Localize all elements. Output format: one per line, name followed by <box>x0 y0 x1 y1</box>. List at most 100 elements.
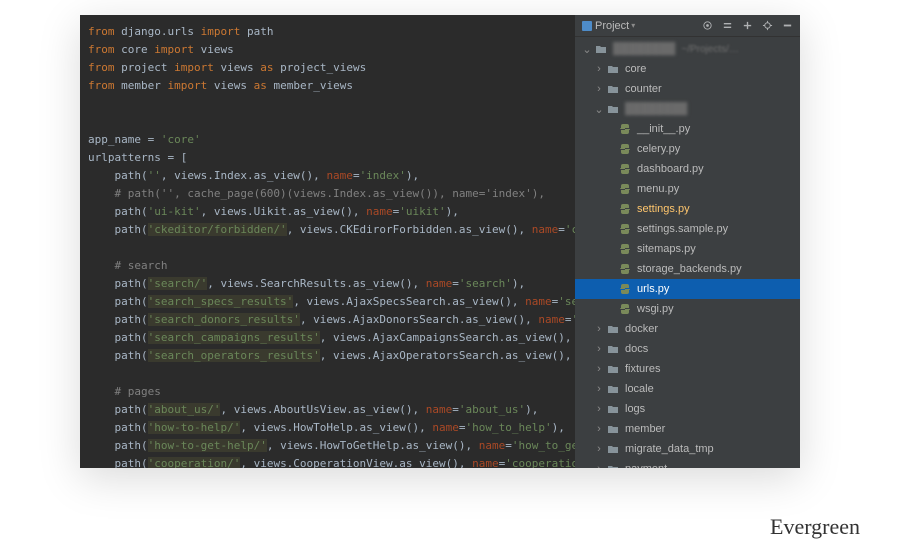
code-line[interactable]: app_name = 'core' <box>80 131 575 149</box>
tree-file[interactable]: settings.py <box>575 199 800 219</box>
tree-folder[interactable]: ⌄████████~/Projects/… <box>575 39 800 59</box>
tree-folder[interactable]: ›core <box>575 59 800 79</box>
folder-icon <box>605 363 621 375</box>
tree-folder[interactable]: ⌄████████ <box>575 99 800 119</box>
tree-folder[interactable]: ›migrate_data_tmp <box>575 439 800 459</box>
token: name <box>479 439 506 452</box>
token: path( <box>88 457 148 468</box>
tree-folder[interactable]: ›member <box>575 419 800 439</box>
token: = <box>353 169 360 182</box>
token: 'ui-kit' <box>148 205 201 218</box>
sidebar-title[interactable]: Project ▾ <box>581 20 635 32</box>
code-line[interactable]: from project import views as project_vie… <box>80 59 575 77</box>
chevron-icon[interactable]: ⌄ <box>593 103 605 116</box>
token: path( <box>88 421 148 434</box>
tree-file[interactable]: sitemaps.py <box>575 239 800 259</box>
chevron-icon[interactable]: › <box>593 343 605 355</box>
code-line[interactable]: path('search_specs_results', views.AjaxS… <box>80 293 575 311</box>
code-line[interactable]: path('ckeditor/forbidden/', views.CKEdir… <box>80 221 575 239</box>
code-line[interactable]: path('search_donors_results', views.Ajax… <box>80 311 575 329</box>
code-line[interactable] <box>80 239 575 257</box>
tree-item-label: counter <box>625 83 662 95</box>
token: ), <box>406 169 419 182</box>
tree-folder[interactable]: › docs <box>575 339 800 359</box>
chevron-icon[interactable]: › <box>593 403 605 415</box>
collapse-icon[interactable] <box>722 20 734 32</box>
tree-folder[interactable]: › docker <box>575 319 800 339</box>
code-line[interactable]: from django.urls import path <box>80 23 575 41</box>
token: 'se <box>558 295 575 308</box>
code-line[interactable]: from member import views as member_views <box>80 77 575 95</box>
chevron-icon[interactable]: ⌄ <box>581 43 593 56</box>
chevron-icon[interactable]: › <box>593 443 605 455</box>
token: from <box>88 61 121 74</box>
tree-item-label: locale <box>625 383 654 395</box>
chevron-icon[interactable]: › <box>593 323 605 335</box>
code-line[interactable]: path('ui-kit', views.Uikit.as_view(), na… <box>80 203 575 221</box>
code-line[interactable]: path('about_us/', views.AboutUsView.as_v… <box>80 401 575 419</box>
tree-file[interactable]: dashboard.py <box>575 159 800 179</box>
token: import <box>201 25 247 38</box>
chevron-icon[interactable]: › <box>593 423 605 435</box>
code-line[interactable]: path('search_operators_results', views.A… <box>80 347 575 365</box>
token: project <box>121 61 174 74</box>
chevron-icon[interactable]: › <box>593 63 605 75</box>
chevron-icon[interactable]: › <box>593 363 605 375</box>
tree-folder[interactable]: ›logs <box>575 399 800 419</box>
python-file-icon <box>617 223 633 235</box>
root-path-hint: ~/Projects/… <box>681 44 739 55</box>
token: views <box>214 79 254 92</box>
code-editor[interactable]: from django.urls import pathfrom core im… <box>80 15 575 468</box>
ide-window: from django.urls import pathfrom core im… <box>80 15 800 468</box>
tree-file[interactable]: urls.py <box>575 279 800 299</box>
code-line[interactable] <box>80 113 575 131</box>
code-line[interactable] <box>80 95 575 113</box>
tree-file[interactable]: settings.sample.py <box>575 219 800 239</box>
token: 'about_us' <box>459 403 525 416</box>
code-line[interactable]: # pages <box>80 383 575 401</box>
code-line[interactable]: from core import views <box>80 41 575 59</box>
token: path( <box>88 313 148 326</box>
code-line[interactable]: path('cooperation/', views.CooperationVi… <box>80 455 575 468</box>
target-icon[interactable] <box>702 20 714 32</box>
tree-folder[interactable]: ›fixtures <box>575 359 800 379</box>
python-file-icon <box>617 243 633 255</box>
chevron-icon[interactable]: › <box>593 463 605 468</box>
tree-file[interactable]: menu.py <box>575 179 800 199</box>
code-line[interactable]: path('how-to-get-help/', views.HowToGetH… <box>80 437 575 455</box>
tree-item-label: wsgi.py <box>637 303 674 315</box>
hide-icon[interactable] <box>782 20 794 32</box>
code-line[interactable]: urlpatterns = [ <box>80 149 575 167</box>
code-line[interactable]: # search <box>80 257 575 275</box>
token: 'ckeditor/forbidden/' <box>148 223 287 236</box>
tree-item-label: docs <box>625 343 648 355</box>
gear-icon[interactable] <box>762 20 774 32</box>
code-line[interactable] <box>80 365 575 383</box>
python-file-icon <box>617 263 633 275</box>
tree-file[interactable]: __init__.py <box>575 119 800 139</box>
tree-folder[interactable]: ›payment <box>575 459 800 468</box>
tree-item-label: urls.py <box>637 283 669 295</box>
tree-item-label: docker <box>625 323 658 335</box>
code-line[interactable]: # path('', cache_page(600)(views.Index.a… <box>80 185 575 203</box>
tree-item-label: __init__.py <box>637 123 690 135</box>
python-file-icon <box>617 163 633 175</box>
chevron-icon[interactable]: › <box>593 383 605 395</box>
code-line[interactable]: path('how-to-help/', views.HowToHelp.as_… <box>80 419 575 437</box>
code-line[interactable]: path('search_campaigns_results', views.A… <box>80 329 575 347</box>
sidebar-header: Project ▾ <box>575 15 800 37</box>
chevron-icon[interactable]: › <box>593 83 605 95</box>
code-line[interactable]: path('search/', views.SearchResults.as_v… <box>80 275 575 293</box>
token: , views.HowToGetHelp.as_view(), <box>267 439 479 452</box>
tree-file[interactable]: wsgi.py <box>575 299 800 319</box>
tree-file[interactable]: celery.py <box>575 139 800 159</box>
project-icon <box>581 20 593 32</box>
tree-folder[interactable]: › locale <box>575 379 800 399</box>
tree-file[interactable]: storage_backends.py <box>575 259 800 279</box>
token: path( <box>88 349 148 362</box>
code-line[interactable]: path('', views.Index.as_view(), name='in… <box>80 167 575 185</box>
token: = <box>558 223 565 236</box>
tree-folder[interactable]: › counter <box>575 79 800 99</box>
project-tree[interactable]: ⌄████████~/Projects/…›core›counter⌄█████… <box>575 37 800 468</box>
expand-icon[interactable] <box>742 20 754 32</box>
